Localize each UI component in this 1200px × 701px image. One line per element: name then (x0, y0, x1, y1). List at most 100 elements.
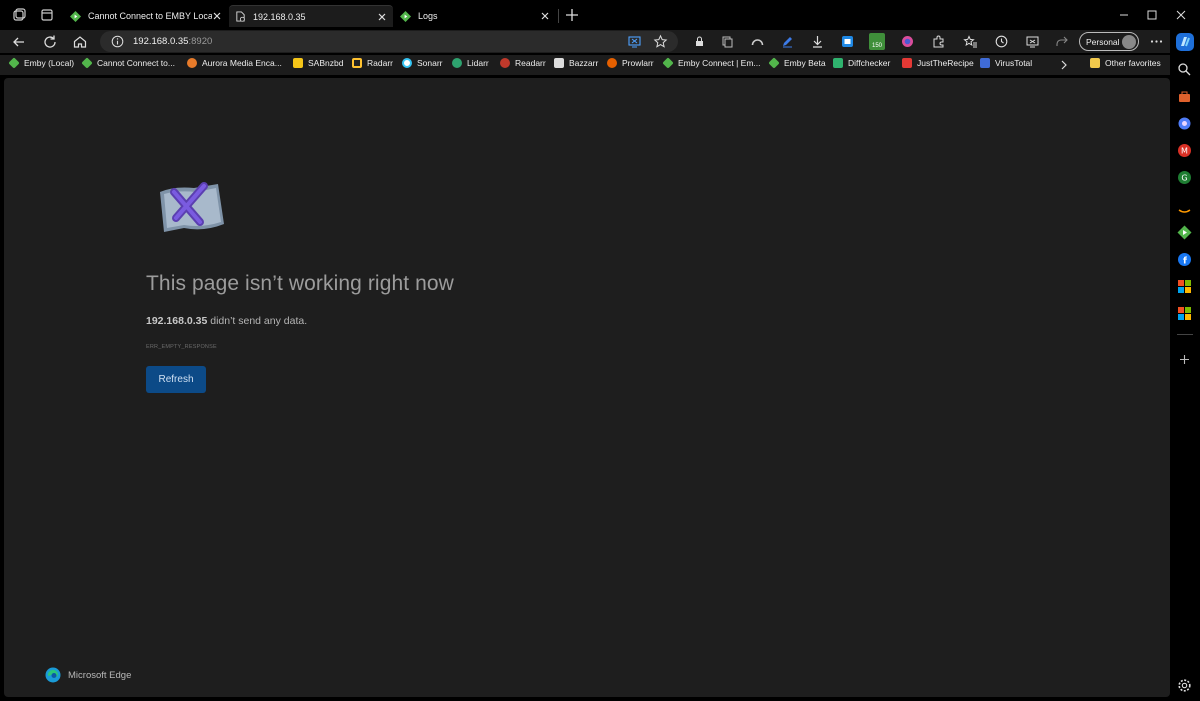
bookmark-label: Readarr (515, 58, 546, 68)
badge-extension-icon[interactable]: 150 (869, 33, 885, 50)
close-tab-icon[interactable] (540, 11, 550, 21)
edge-sidebar: M G f (1170, 30, 1200, 701)
readarr-icon (500, 58, 510, 68)
profile-button[interactable]: Personal (1079, 32, 1139, 51)
bookmark-label: Emby Beta (784, 58, 826, 68)
copilot-app-icon[interactable] (1177, 116, 1192, 131)
microsoft-store-icon[interactable] (1177, 306, 1192, 321)
emby-icon (70, 10, 81, 22)
close-tab-icon[interactable] (212, 11, 222, 21)
sonarr-icon (402, 58, 412, 68)
download-icon[interactable] (810, 34, 825, 49)
folder-icon (1090, 58, 1100, 68)
lidarr-icon (452, 58, 462, 68)
bookmark-label: Emby (Local) (24, 58, 75, 68)
bookmark-cannot-connect[interactable]: Cannot Connect to... (81, 57, 175, 69)
bookmark-emby-beta[interactable]: Emby Beta (768, 57, 826, 69)
tab-active-ip[interactable]: 192.168.0.35 (229, 5, 393, 27)
tab-label: 192.168.0.35 (253, 11, 306, 22)
bookmark-label: VirusTotal (995, 58, 1033, 68)
amazon-icon[interactable] (1177, 202, 1192, 217)
search-icon[interactable] (1177, 62, 1192, 77)
screenshot-icon[interactable] (1025, 34, 1040, 49)
diffchecker-icon (833, 58, 843, 68)
bookmark-emby-connect[interactable]: Emby Connect | Em... (662, 57, 761, 69)
microsoft-icon[interactable] (1177, 279, 1192, 294)
circle-extension-icon[interactable] (900, 34, 915, 49)
bookmark-label: Other favorites (1105, 58, 1161, 68)
settings-icon[interactable] (1177, 678, 1192, 693)
sabnzbd-icon (293, 58, 303, 68)
add-icon[interactable] (1177, 352, 1192, 367)
favorites-icon[interactable] (963, 34, 978, 49)
reload-icon[interactable] (42, 34, 58, 50)
history-icon[interactable] (994, 34, 1009, 49)
chevron-right-icon[interactable] (1059, 60, 1069, 70)
more-options-icon[interactable] (1149, 34, 1164, 49)
bookmark-sabnzbd[interactable]: SABnzbd (293, 58, 343, 68)
tools-icon[interactable] (1177, 89, 1192, 104)
back-icon[interactable] (11, 34, 27, 50)
tab-label: Logs (418, 11, 438, 21)
bookmark-prowlarr[interactable]: Prowlarr (607, 58, 654, 68)
svg-text:f: f (1183, 257, 1187, 267)
bazarr-icon (554, 58, 564, 68)
copilot-icon[interactable] (1175, 32, 1195, 52)
maximize-icon[interactable] (1145, 8, 1159, 22)
url-port: :8920 (188, 36, 213, 47)
bookmark-other-favorites[interactable]: Other favorites (1090, 58, 1161, 68)
lock-extension-icon[interactable] (692, 34, 707, 49)
pen-extension-icon[interactable] (780, 34, 795, 49)
new-tab-icon[interactable] (565, 8, 579, 22)
svg-text:G: G (1181, 174, 1187, 183)
extensions-puzzle-icon[interactable] (931, 34, 946, 49)
refresh-button[interactable]: Refresh (146, 366, 206, 393)
bookmark-label: SABnzbd (308, 58, 344, 68)
tab-logs[interactable]: Logs (394, 5, 556, 27)
profile-label: Personal (1086, 36, 1120, 47)
emby-icon[interactable] (1177, 225, 1192, 240)
bookmark-radarr[interactable]: Radarr (352, 58, 393, 68)
site-info-icon[interactable] (111, 35, 124, 48)
edge-branding: Microsoft Edge (45, 667, 131, 683)
bookmark-sonarr[interactable]: Sonarr (402, 58, 443, 68)
bookmark-emby-local[interactable]: Emby (Local) (8, 57, 75, 69)
gmail-icon[interactable]: M (1177, 143, 1192, 158)
copy-extension-icon[interactable] (720, 34, 735, 49)
share-icon[interactable] (1054, 34, 1069, 49)
avatar (1122, 35, 1136, 49)
speedometer-extension-icon[interactable] (750, 34, 765, 49)
bookmark-bazarr[interactable]: Bazzarr (554, 58, 598, 68)
bookmark-lidarr[interactable]: Lidarr (452, 58, 489, 68)
workspaces-icon[interactable] (11, 7, 27, 23)
green-app-icon[interactable]: G (1177, 170, 1192, 185)
url-text[interactable]: 192.168.0.35:8920 (133, 36, 212, 47)
screen-share-icon[interactable] (627, 34, 642, 49)
tab-strip: Cannot Connect to EMBY Local or 192.168.… (0, 0, 1200, 30)
bookmark-label: Prowlarr (622, 58, 654, 68)
close-tab-icon[interactable] (377, 12, 387, 22)
bookmark-label: Radarr (367, 58, 393, 68)
tab-emby-cannot-connect[interactable]: Cannot Connect to EMBY Local or (64, 5, 228, 27)
bookmark-diffchecker[interactable]: Diffchecker (833, 58, 890, 68)
bookmark-justtherecipe[interactable]: JustTheRecipe (902, 58, 974, 68)
bookmark-aurora[interactable]: Aurora Media Enca... (187, 58, 282, 68)
recipe-icon (902, 58, 912, 68)
aurora-icon (187, 58, 197, 68)
bookmark-readarr[interactable]: Readarr (500, 58, 546, 68)
minimize-icon[interactable] (1117, 8, 1131, 22)
tab-actions-icon[interactable] (39, 7, 55, 23)
svg-text:M: M (1181, 147, 1188, 156)
blue-square-extension-icon[interactable] (840, 34, 855, 49)
favorites-bar: Emby (Local) Cannot Connect to... Aurora… (0, 55, 1170, 75)
address-bar[interactable]: 192.168.0.35:8920 (100, 31, 678, 52)
close-window-icon[interactable] (1174, 8, 1188, 22)
home-icon[interactable] (72, 34, 88, 50)
bookmark-label: Lidarr (467, 58, 489, 68)
favorite-star-icon[interactable] (653, 34, 668, 49)
bookmark-virustotal[interactable]: VirusTotal (980, 58, 1032, 68)
emby-icon (81, 57, 93, 69)
tab-divider (558, 9, 559, 23)
facebook-icon[interactable]: f (1177, 252, 1192, 267)
error-host: 192.168.0.35 (146, 315, 208, 327)
